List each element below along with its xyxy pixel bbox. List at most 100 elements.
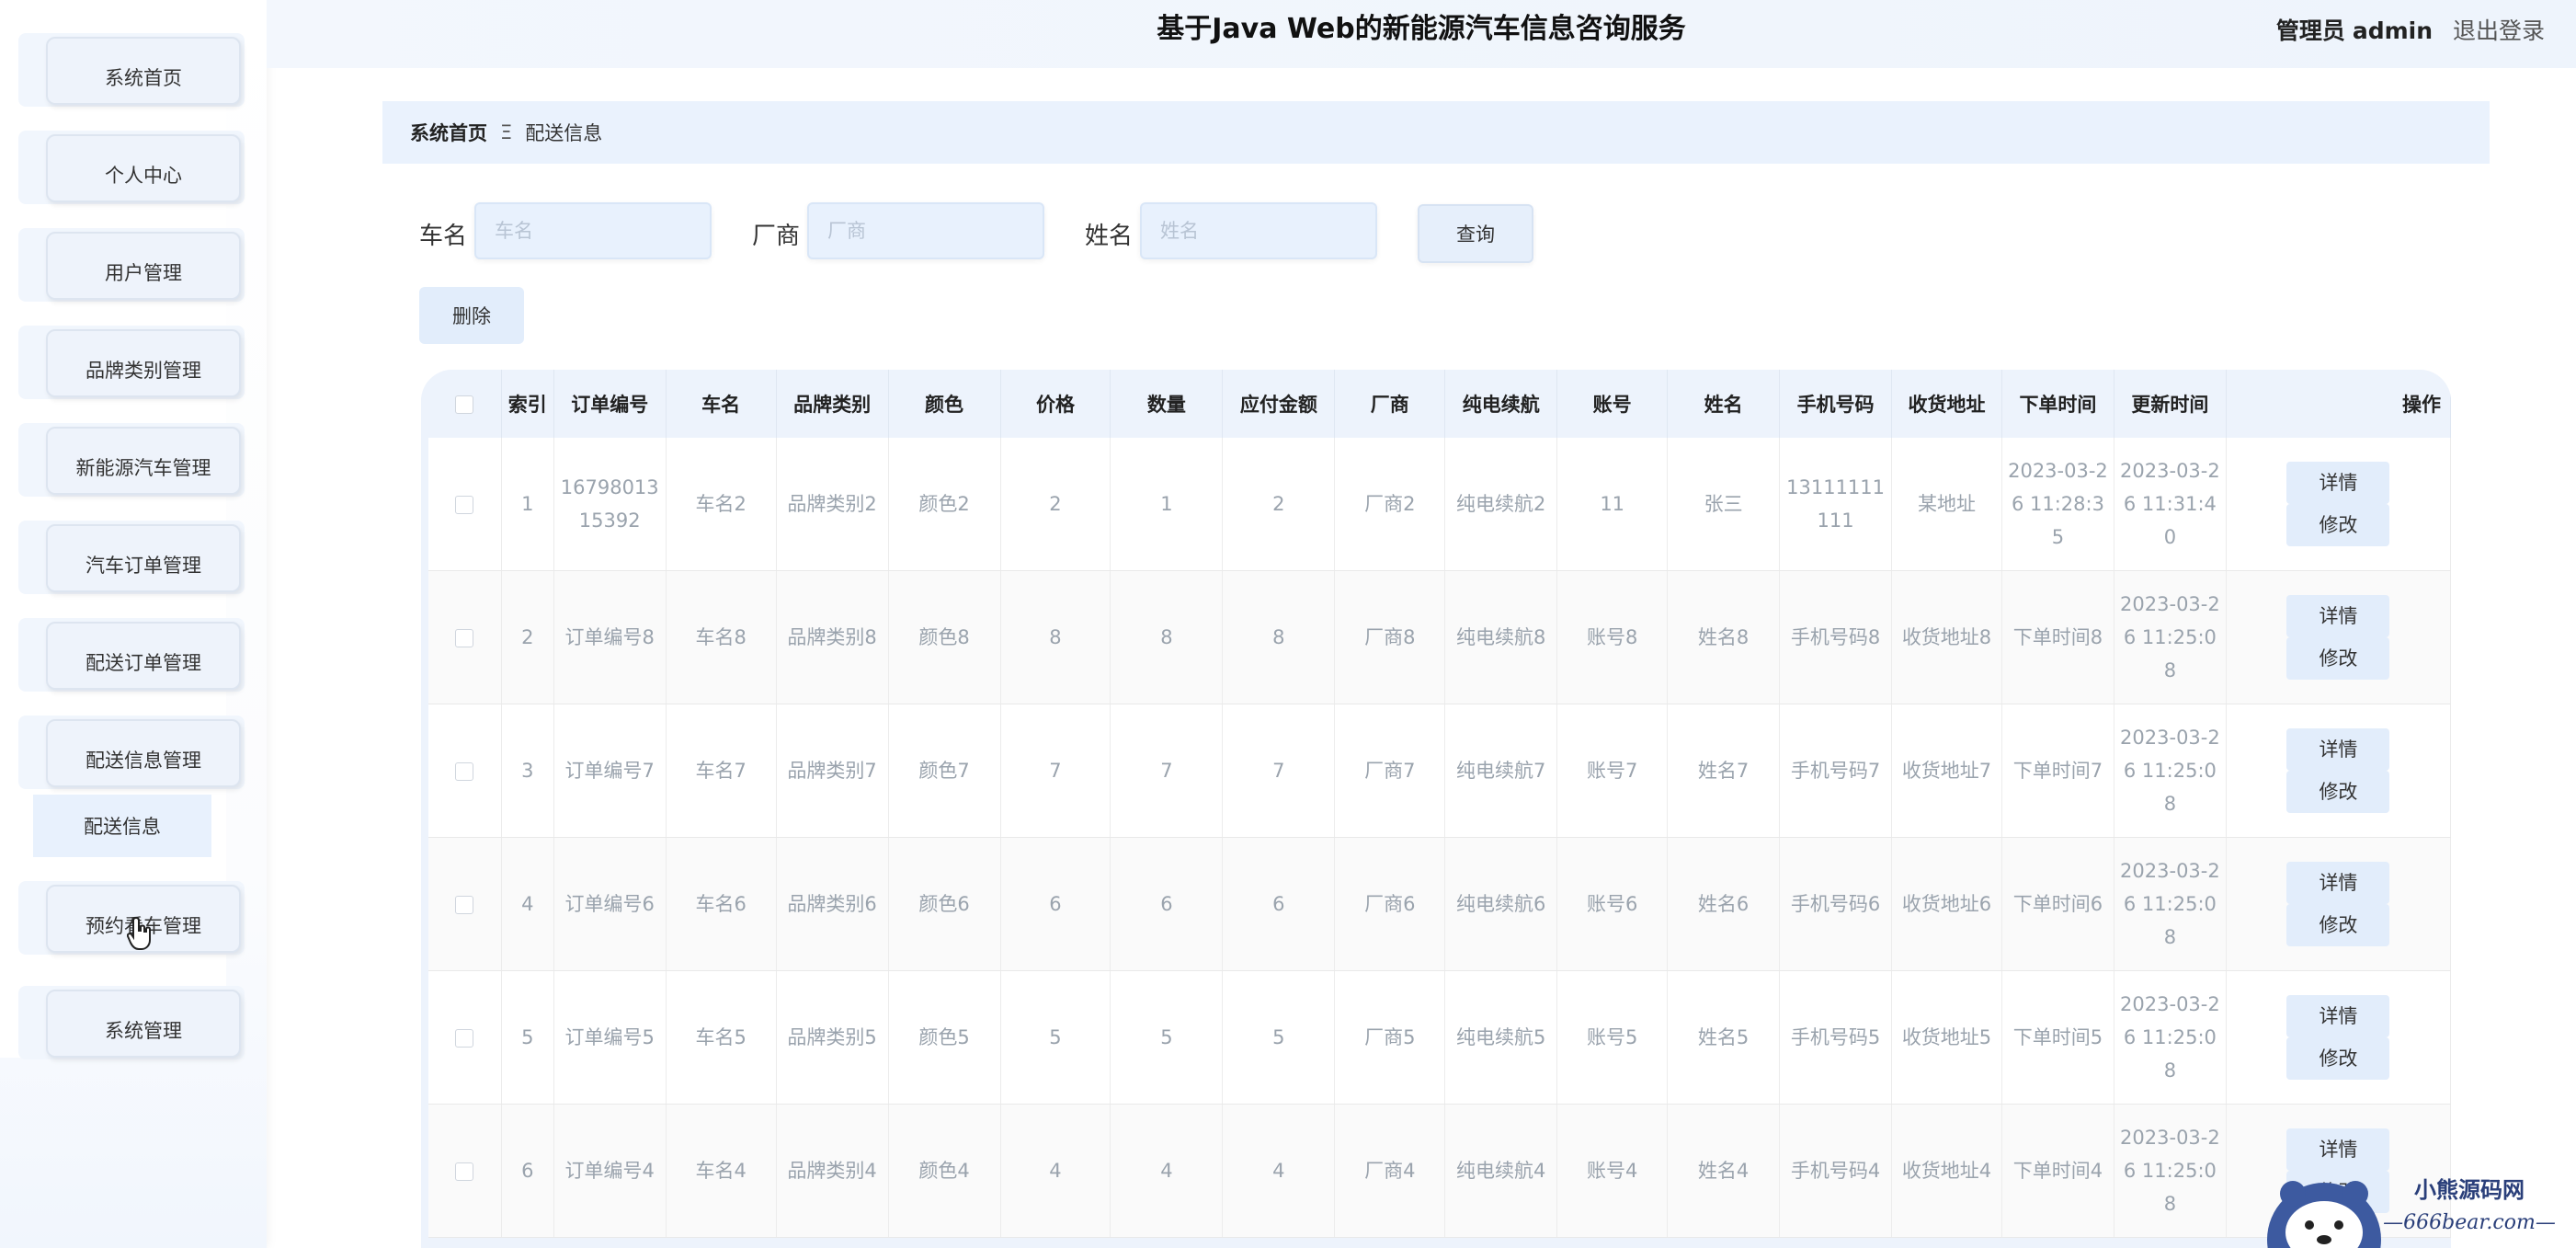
table-cell: 厂商4 <box>1334 1104 1446 1238</box>
table-row: 5 订单编号5 车名5 品牌类别5 颜色5 5 5 5 厂商5 纯电续航5 账号5 姓名5 手机号码5 收… <box>421 970 2451 1105</box>
data-table: 索引 订单编号 车名 品牌类别 颜色 价格 数量 应付金额 厂商 纯电续航 账号… <box>421 370 2451 1238</box>
table-cell: 颜色6 <box>888 837 1001 971</box>
sidebar-item-home[interactable]: 系统首页 <box>18 33 245 107</box>
data-table-container: 索引 订单编号 车名 品牌类别 颜色 价格 数量 应付金额 厂商 纯电续航 账号… <box>421 370 2451 1248</box>
table-cell: 2023-03-26 11:25:08 <box>2114 704 2227 838</box>
table-cell: 颜色2 <box>888 438 1001 571</box>
table-row: 6 订单编号4 车名4 品牌类别4 颜色4 4 4 4 厂商4 纯电续航4 账号4 姓名4 手机号码4 收… <box>421 1104 2451 1238</box>
row-checkbox[interactable] <box>455 1029 474 1048</box>
table-cell: 车名7 <box>666 704 777 838</box>
breadcrumb-current: 配送信息 <box>525 122 603 144</box>
table-cell: 车名4 <box>666 1104 777 1238</box>
delete-button[interactable]: 删除 <box>419 287 524 344</box>
table-header: 操作 <box>2226 370 2451 438</box>
detail-button[interactable]: 详情 <box>2286 595 2390 637</box>
row-checkbox[interactable] <box>455 496 474 514</box>
select-all-checkbox[interactable] <box>455 395 474 414</box>
row-actions: 详情修改 <box>2226 438 2451 571</box>
sidebar-item-label: 汽车订单管理 <box>46 524 241 592</box>
edit-button[interactable]: 修改 <box>2286 504 2390 546</box>
name-label: 姓名 <box>1085 223 1134 250</box>
edit-button[interactable]: 修改 <box>2286 1037 2390 1080</box>
table-cell: 收货地址4 <box>1891 1104 2002 1238</box>
breadcrumb-home[interactable]: 系统首页 <box>410 119 487 146</box>
watermark-logo: 小熊源码网 —666bear.com— <box>2267 1177 2556 1248</box>
car-name-input[interactable] <box>474 202 712 259</box>
table-cell: 6 <box>501 1104 554 1238</box>
sidebar-item-label: 用户管理 <box>46 232 241 300</box>
table-cell: 颜色5 <box>888 970 1001 1105</box>
sidebar-subitem-delivery-info[interactable]: 配送信息 <box>33 795 211 857</box>
vendor-input[interactable] <box>807 202 1044 259</box>
table-header: 颜色 <box>888 370 1001 438</box>
row-select-cell[interactable] <box>421 704 502 838</box>
table-header: 姓名 <box>1667 370 1781 438</box>
table-cell: 张三 <box>1667 438 1781 571</box>
table-cell: 订单编号4 <box>553 1104 667 1238</box>
table-cell: 颜色4 <box>888 1104 1001 1238</box>
table-cell: 账号7 <box>1556 704 1669 838</box>
row-checkbox[interactable] <box>455 629 474 647</box>
table-cell: 5 <box>1222 970 1336 1105</box>
edit-button[interactable]: 修改 <box>2286 771 2390 813</box>
sidebar-item-delivery-orders[interactable]: 配送订单管理 <box>18 618 245 692</box>
table-cell: 2023-03-26 11:31:40 <box>2114 438 2227 571</box>
row-checkbox[interactable] <box>455 762 474 781</box>
select-all-cell[interactable] <box>421 370 502 438</box>
table-cell: 纯电续航4 <box>1444 1104 1558 1238</box>
sidebar-item-ev-management[interactable]: 新能源汽车管理 <box>18 423 245 497</box>
table-cell: 厂商6 <box>1334 837 1446 971</box>
table-cell: 账号4 <box>1556 1104 1669 1238</box>
table-cell: 颜色7 <box>888 704 1001 838</box>
table-cell: 品牌类别2 <box>776 438 889 571</box>
table-cell: 纯电续航8 <box>1444 570 1558 704</box>
table-cell: 4 <box>1222 1104 1336 1238</box>
table-cell: 姓名8 <box>1667 570 1781 704</box>
table-cell: 2023-03-26 11:25:08 <box>2114 970 2227 1105</box>
detail-button[interactable]: 详情 <box>2286 462 2390 504</box>
detail-button[interactable]: 详情 <box>2286 728 2390 771</box>
table-cell: 4 <box>501 837 554 971</box>
table-cell: 收货地址5 <box>1891 970 2002 1105</box>
name-input[interactable] <box>1140 202 1377 259</box>
row-select-cell[interactable] <box>421 837 502 971</box>
detail-button[interactable]: 详情 <box>2286 862 2390 904</box>
table-cell: 车名8 <box>666 570 777 704</box>
table-cell: 收货地址8 <box>1891 570 2002 704</box>
watermark-url: —666bear.com— <box>2383 1211 2556 1234</box>
query-button[interactable]: 查询 <box>1418 204 1533 263</box>
sidebar-item-profile[interactable]: 个人中心 <box>18 131 245 204</box>
detail-button[interactable]: 详情 <box>2286 995 2390 1037</box>
sidebar-item-system[interactable]: 系统管理 <box>18 986 245 1059</box>
edit-button[interactable]: 修改 <box>2286 904 2390 946</box>
table-cell: 8 <box>1222 570 1336 704</box>
row-select-cell[interactable] <box>421 970 502 1105</box>
table-cell: 6 <box>1110 837 1224 971</box>
sidebar-item-brand-category[interactable]: 品牌类别管理 <box>18 326 245 399</box>
table-cell: 13111111111 <box>1779 438 1893 571</box>
sidebar-item-delivery-info[interactable]: 配送信息管理 <box>18 716 245 789</box>
table-cell: 2023-03-26 11:25:08 <box>2114 837 2227 971</box>
sidebar-item-users[interactable]: 用户管理 <box>18 228 245 302</box>
table-header: 账号 <box>1556 370 1669 438</box>
table-cell: 7 <box>1222 704 1336 838</box>
table-cell: 7 <box>1000 704 1111 838</box>
table-cell: 收货地址6 <box>1891 837 2002 971</box>
edit-button[interactable]: 修改 <box>2286 637 2390 680</box>
table-cell: 订单编号8 <box>553 570 667 704</box>
row-checkbox[interactable] <box>455 896 474 914</box>
sidebar-item-label: 系统管理 <box>46 990 241 1058</box>
row-select-cell[interactable] <box>421 438 502 571</box>
table-cell: 手机号码6 <box>1779 837 1893 971</box>
sidebar-item-car-orders[interactable]: 汽车订单管理 <box>18 521 245 594</box>
table-cell: 车名6 <box>666 837 777 971</box>
table-cell: 2 <box>1000 438 1111 571</box>
row-select-cell[interactable] <box>421 570 502 704</box>
breadcrumb: 系统首页 Ξ 配送信息 <box>382 101 2490 164</box>
table-cell: 姓名4 <box>1667 1104 1781 1238</box>
row-select-cell[interactable] <box>421 1104 502 1238</box>
logout-link[interactable]: 退出登录 <box>2453 17 2545 44</box>
row-checkbox[interactable] <box>455 1162 474 1181</box>
row-actions: 详情修改 <box>2226 704 2451 838</box>
table-header: 更新时间 <box>2114 370 2227 438</box>
